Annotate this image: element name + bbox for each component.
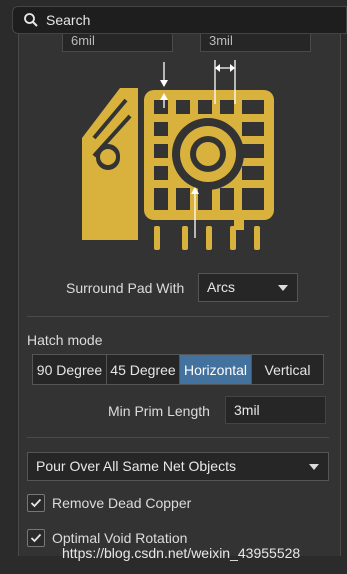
chevron-down-icon [309, 464, 319, 470]
hatch-45-degree-button[interactable]: 45 Degree [106, 354, 180, 385]
surround-pad-dropdown[interactable]: Arcs [198, 273, 298, 302]
remove-dead-copper-checkbox[interactable] [27, 494, 45, 512]
hatch-mode-segmented-control: 90 Degree 45 Degree Horizontal Vertical [32, 354, 324, 385]
hatch-90-degree-button[interactable]: 90 Degree [32, 354, 107, 385]
clearance-left-field[interactable]: 6mil [62, 34, 173, 52]
surround-pad-value: Arcs [207, 279, 235, 295]
pour-over-value: Pour Over All Same Net Objects [36, 458, 236, 474]
watermark-url: https://blog.csdn.net/weixin_43955528 [62, 545, 301, 561]
optimal-void-rotation-checkbox[interactable] [27, 529, 45, 547]
clearance-right-field[interactable]: 3mil [200, 34, 311, 52]
min-prim-length-input[interactable]: 3mil [225, 396, 326, 424]
remove-dead-copper-label: Remove Dead Copper [52, 495, 192, 511]
min-prim-length-label: Min Prim Length [108, 403, 210, 419]
search-label: Search [46, 12, 91, 28]
hatch-vertical-button[interactable]: Vertical [251, 354, 324, 385]
divider [27, 316, 329, 317]
surround-pad-label: Surround Pad With [66, 280, 185, 296]
search-icon [24, 13, 38, 27]
hatch-horizontal-button[interactable]: Horizontal [179, 354, 252, 385]
divider [27, 437, 329, 438]
optimal-void-rotation-label: Optimal Void Rotation [52, 530, 188, 546]
checkmark-icon [30, 533, 42, 543]
hatch-mode-label: Hatch mode [27, 332, 103, 348]
search-box[interactable]: Search [12, 6, 347, 34]
pour-over-dropdown[interactable]: Pour Over All Same Net Objects [27, 452, 329, 481]
chevron-down-icon [278, 285, 288, 291]
thermal-relief-pad-diagram [82, 60, 274, 250]
checkmark-icon [30, 498, 42, 508]
